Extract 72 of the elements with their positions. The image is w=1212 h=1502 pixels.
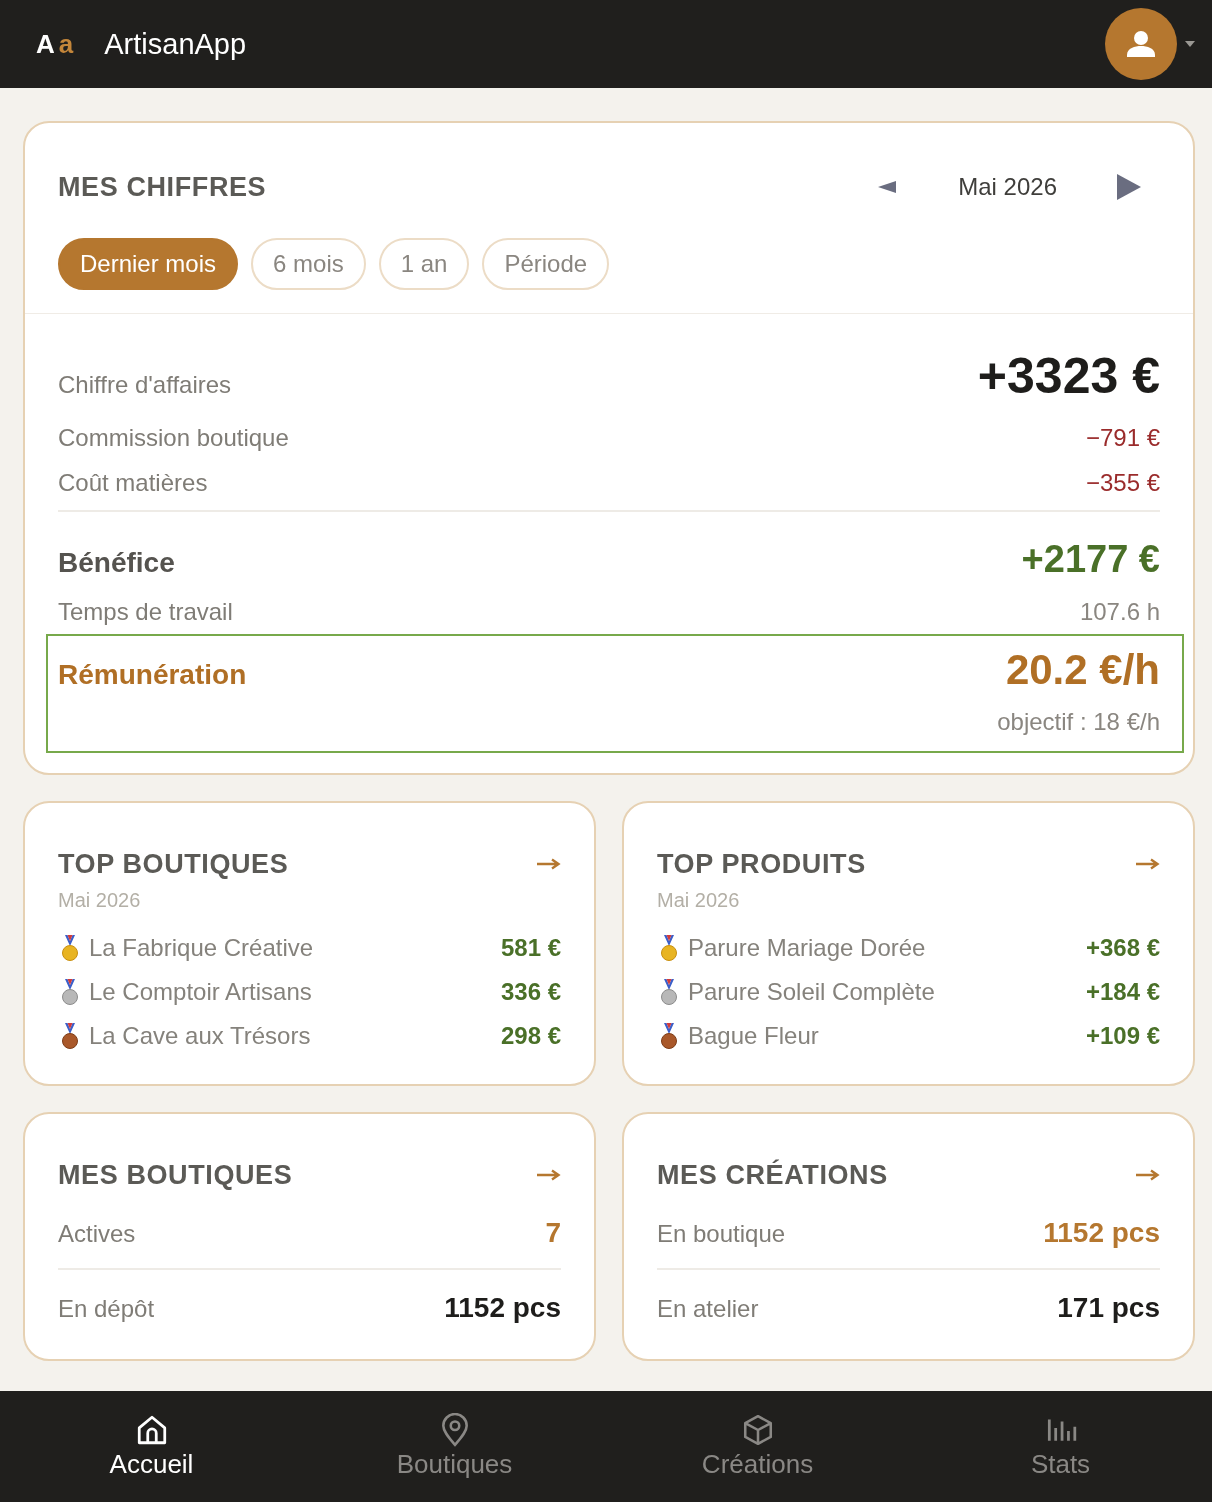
revenue-value: +3323 € xyxy=(977,347,1160,406)
row-label: Commission boutique xyxy=(58,423,289,453)
card-title: TOP PRODUITS xyxy=(657,848,866,880)
medal-icon xyxy=(61,979,79,1005)
summary-value: 1152 pcs xyxy=(444,1291,561,1325)
ranking-value: +184 € xyxy=(1085,977,1160,1007)
hourly-rate-value: 20.2 €/h xyxy=(1005,645,1160,695)
previous-month-button[interactable] xyxy=(878,181,897,193)
nav-tab[interactable]: Accueil xyxy=(0,1391,303,1502)
summary-label: Actives xyxy=(58,1219,136,1249)
arrow-right-icon xyxy=(1136,858,1160,870)
ranking-name: Le Comptoir Artisans xyxy=(89,977,312,1007)
card-title: MES BOUTIQUES xyxy=(58,1159,293,1191)
month-label: Mai 2026 xyxy=(958,173,1057,201)
work-time-value: 107.6 h xyxy=(1079,597,1160,627)
target-text: objectif : 18 €/h xyxy=(997,707,1160,737)
details-button[interactable] xyxy=(1136,1169,1160,1181)
details-button[interactable] xyxy=(1136,858,1160,870)
nav-tab[interactable]: Stats xyxy=(909,1391,1212,1502)
profit-value: +2177 € xyxy=(1021,537,1160,582)
arrow-right-icon xyxy=(537,858,561,870)
summary-label: En boutique xyxy=(657,1219,786,1249)
row-label: Temps de travail xyxy=(58,597,233,627)
ranking-value: 298 € xyxy=(500,1021,561,1051)
hourly-rate-label: Rémunération xyxy=(58,658,247,692)
ranking-value: +109 € xyxy=(1085,1021,1160,1051)
medal-icon xyxy=(660,979,678,1005)
ranking-name: Bague Fleur xyxy=(688,1021,819,1051)
ranking-name: Parure Soleil Complète xyxy=(688,977,935,1007)
ranking-name: Parure Mariage Dorée xyxy=(688,933,926,963)
card-title: TOP BOUTIQUES xyxy=(58,848,289,880)
period-chip[interactable]: Période xyxy=(482,238,610,290)
period-chip[interactable]: 6 mois xyxy=(251,238,366,290)
period-subtitle: Mai 2026 xyxy=(657,888,740,913)
ranking-name: La Cave aux Trésors xyxy=(89,1021,311,1051)
arrow-right-icon xyxy=(1136,1169,1160,1181)
summary-value: 7 xyxy=(545,1216,561,1250)
row-label: Chiffre d'affaires xyxy=(58,370,232,400)
cost-value: −791 € xyxy=(1085,423,1160,453)
app-name: ArtisanApp xyxy=(104,27,247,61)
medal-icon xyxy=(660,1023,678,1049)
ranking-value: 581 € xyxy=(500,933,561,963)
medal-icon xyxy=(61,935,79,961)
profit-label: Bénéfice xyxy=(58,546,175,580)
period-subtitle: Mai 2026 xyxy=(58,888,141,913)
summary-value: 1152 pcs xyxy=(1043,1216,1160,1250)
medal-icon xyxy=(61,1023,79,1049)
ranking-value: +368 € xyxy=(1085,933,1160,963)
details-button[interactable] xyxy=(537,858,561,870)
summary-label: En dépôt xyxy=(58,1294,155,1324)
next-month-button[interactable] xyxy=(1117,174,1141,200)
medal-icon xyxy=(660,935,678,961)
user-avatar-icon xyxy=(1105,8,1177,80)
period-chip[interactable]: 1 an xyxy=(378,238,470,290)
ranking-value: 336 € xyxy=(500,977,561,1007)
triangle-right-icon xyxy=(1117,174,1141,200)
nav-tab[interactable]: Boutiques xyxy=(303,1391,606,1502)
ranking-name: La Fabrique Créative xyxy=(89,933,314,963)
cost-value: −355 € xyxy=(1085,468,1160,498)
triangle-left-icon xyxy=(878,181,897,193)
period-chip[interactable]: Dernier mois xyxy=(58,238,239,290)
arrow-right-icon xyxy=(537,1169,561,1181)
caret-icon xyxy=(1185,41,1195,47)
nav-tab[interactable]: Créations xyxy=(606,1391,909,1502)
card-title: MES CHIFFRES xyxy=(58,171,267,203)
card-title: MES CRÉATIONS xyxy=(657,1159,888,1191)
summary-label: En atelier xyxy=(657,1294,759,1324)
row-label: Coût matières xyxy=(58,468,208,498)
summary-value: 171 pcs xyxy=(1057,1291,1160,1325)
details-button[interactable] xyxy=(537,1169,561,1181)
user-menu-button[interactable] xyxy=(1105,8,1195,80)
logo-text: Aa xyxy=(36,28,74,60)
